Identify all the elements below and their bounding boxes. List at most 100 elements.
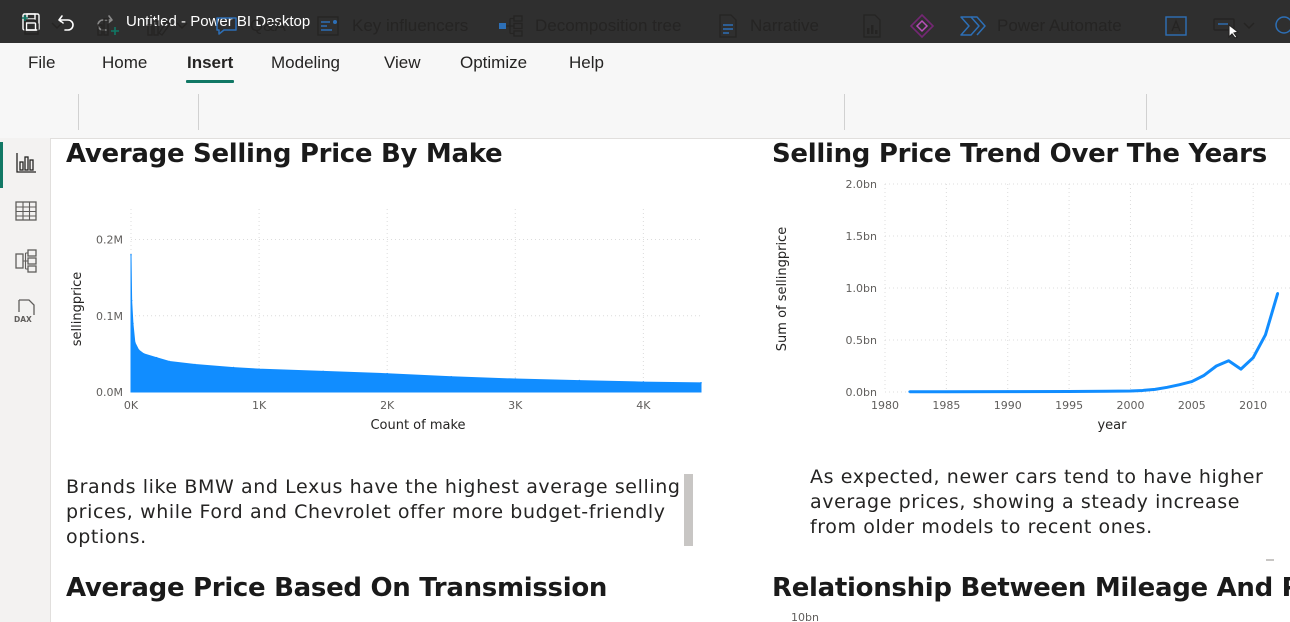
data-point[interactable] <box>1239 367 1243 371</box>
make-chart-series[interactable] <box>130 253 702 393</box>
report-view-icon[interactable] <box>13 150 39 176</box>
make-chart-ylabel: sellingprice <box>70 272 85 346</box>
shapes-button[interactable] <box>1272 12 1290 40</box>
mileage-chart-title: Relationship Between Mileage And Price <box>772 573 1290 603</box>
data-point[interactable] <box>1129 389 1132 393</box>
decomposition-tree-icon <box>499 15 523 37</box>
trend-chart[interactable]: 0.0bn 0.5bn 1.0bn 1.5bn 2.0bn 1980 1985 1990 199… <box>766 174 1290 444</box>
new-visual-button[interactable] <box>95 12 121 40</box>
view-switcher-nav: DAX <box>0 138 51 622</box>
data-point[interactable] <box>1202 374 1206 377</box>
trend-chart-series[interactable] <box>908 292 1280 394</box>
trend-chart-xlabel: year <box>1097 418 1127 433</box>
y-tick-label: 0.5bn <box>846 334 877 347</box>
x-tick-label: 0K <box>124 399 139 412</box>
menu-optimize[interactable]: Optimize <box>460 53 527 73</box>
data-point[interactable] <box>1190 380 1194 383</box>
data-point[interactable] <box>322 370 324 373</box>
x-tick-label: 2000 <box>1116 399 1144 412</box>
x-tick-label: 1995 <box>1055 399 1083 412</box>
power-automate-icon <box>960 16 986 36</box>
data-point[interactable] <box>137 349 140 351</box>
data-point[interactable] <box>642 381 645 383</box>
data-point[interactable] <box>130 253 132 256</box>
x-tick-label: 1990 <box>994 399 1022 412</box>
mileage-chart-ytick: 10bn <box>791 611 819 622</box>
chevron-down-icon <box>176 22 188 30</box>
power-automate-button[interactable]: Power Automate <box>959 12 1122 40</box>
x-tick-label: 2010 <box>1239 399 1267 412</box>
y-tick-label: 1.0bn <box>846 282 877 295</box>
data-point[interactable] <box>194 363 196 366</box>
x-tick-label: 2K <box>380 399 395 412</box>
data-point[interactable] <box>908 390 911 393</box>
make-chart[interactable]: 0.0M 0.1M 0.2M 0K 1K 2K 3K 4K Count of make sel… <box>51 179 741 449</box>
data-point[interactable] <box>155 356 158 359</box>
x-tick-label: 4K <box>636 399 651 412</box>
narrative-button[interactable]: Narrative <box>716 12 819 40</box>
data-point[interactable] <box>700 382 702 384</box>
new-page-button[interactable] <box>20 12 64 40</box>
make-chart-gridlines <box>130 209 701 393</box>
menu-file[interactable]: File <box>28 53 55 73</box>
ribbon-separator <box>198 94 199 130</box>
data-point[interactable] <box>1227 359 1230 362</box>
data-point[interactable] <box>1104 390 1108 393</box>
report-canvas: Average Selling Price By Make 0.0M 0.1M 0.… <box>51 139 1290 622</box>
decomposition-tree-button[interactable]: Decomposition tree <box>497 12 681 40</box>
buttons-button[interactable] <box>1212 12 1256 40</box>
power-apps-button[interactable] <box>909 12 935 40</box>
data-point[interactable] <box>1166 386 1169 389</box>
data-point[interactable] <box>1264 333 1267 336</box>
ribbon <box>0 87 1290 139</box>
data-point[interactable] <box>578 379 581 382</box>
data-point[interactable] <box>386 372 388 375</box>
data-point[interactable] <box>945 390 948 393</box>
menu-modeling[interactable]: Modeling <box>271 53 340 73</box>
narrative-icon <box>719 14 737 38</box>
data-point[interactable] <box>1251 356 1255 359</box>
data-point[interactable] <box>1276 292 1279 295</box>
data-point[interactable] <box>1215 364 1218 368</box>
paginated-report-icon <box>863 14 881 38</box>
make-chart-title: Average Selling Price By Make <box>66 139 503 169</box>
key-influencers-button[interactable]: Key influencers <box>316 12 468 40</box>
resize-handle[interactable] <box>1266 559 1274 561</box>
active-view-indicator <box>0 142 3 188</box>
data-point[interactable] <box>1153 388 1157 391</box>
model-view-icon[interactable] <box>13 248 39 274</box>
data-point[interactable] <box>258 368 260 370</box>
data-point[interactable] <box>1006 390 1009 393</box>
table-view-icon[interactable] <box>13 198 39 224</box>
make-description-text: Brands like BMW and Lexus have the highe… <box>66 476 681 547</box>
description-scrollbar[interactable] <box>684 474 693 546</box>
text-box-button[interactable] <box>1163 12 1189 40</box>
make-area[interactable] <box>130 254 702 393</box>
trend-line[interactable] <box>909 292 1280 394</box>
data-point[interactable] <box>134 341 136 344</box>
data-point[interactable] <box>168 360 171 363</box>
menu-view[interactable]: View <box>384 53 421 73</box>
qa-button[interactable]: Q&A <box>214 12 286 40</box>
ribbon-separator <box>1146 94 1147 130</box>
data-point[interactable] <box>132 322 134 325</box>
data-point[interactable] <box>1178 383 1181 386</box>
data-point[interactable] <box>130 299 133 302</box>
data-point[interactable] <box>1067 390 1071 393</box>
more-visuals-button[interactable] <box>145 12 189 40</box>
transmission-chart-title: Average Price Based On Transmission <box>66 573 608 603</box>
paginated-report-button[interactable] <box>860 12 884 40</box>
x-tick-label: 1985 <box>932 399 960 412</box>
menu-help[interactable]: Help <box>569 53 604 73</box>
dax-query-icon[interactable]: DAX <box>13 298 39 324</box>
data-point[interactable] <box>514 378 517 380</box>
menu-insert[interactable]: Insert <box>187 53 233 73</box>
data-point[interactable] <box>1141 389 1144 392</box>
y-tick-label: 0.2M <box>96 234 123 247</box>
more-visuals-icon <box>147 19 171 36</box>
data-point[interactable] <box>232 366 235 369</box>
menu-bar: File Home Insert Modeling View Optimize … <box>0 43 1290 87</box>
menu-home[interactable]: Home <box>102 53 147 73</box>
data-point[interactable] <box>450 375 453 378</box>
data-point[interactable] <box>143 353 145 355</box>
